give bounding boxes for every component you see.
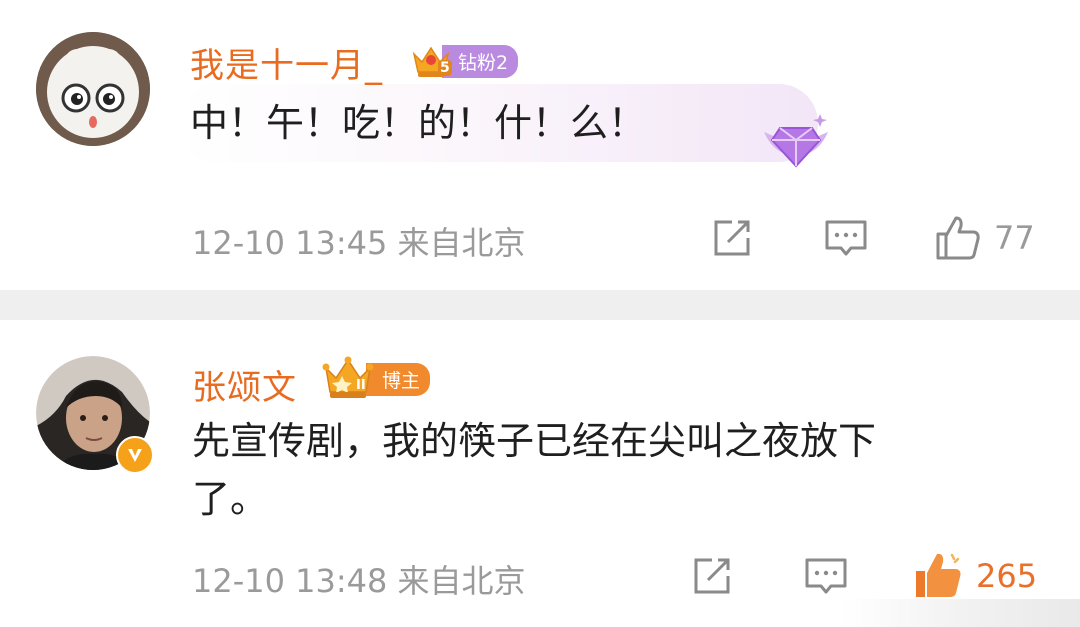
blogger-badge[interactable]: II 博主 xyxy=(322,356,431,402)
comment-text: 中！午！吃！的！什！么！ xyxy=(190,101,647,145)
comment-text: 先宣传剧，我的筷子已经在尖叫之夜放下 了。 xyxy=(192,412,1032,528)
thumbs-up-icon xyxy=(916,553,961,597)
comment-item: 我是十一月_ 5 钻粉2 中！午！吃！的！什！么！ 12-10 13:45 来自… xyxy=(0,0,1080,290)
verified-v-icon xyxy=(116,436,154,474)
crown-icon: 5 xyxy=(410,40,452,82)
username[interactable]: 我是十一月_ xyxy=(190,38,383,87)
comment-icon xyxy=(805,558,847,594)
share-button[interactable] xyxy=(708,214,756,262)
comment-icon xyxy=(825,220,867,256)
location: 来自北京 xyxy=(397,562,526,600)
comment-divider xyxy=(0,290,1080,320)
timestamp: 12-10 13:45 来自北京 xyxy=(192,224,526,262)
avatar[interactable] xyxy=(36,32,150,146)
location: 来自北京 xyxy=(397,224,526,262)
share-button[interactable] xyxy=(688,552,736,600)
badge-label: 钻粉2 xyxy=(442,44,519,78)
badge-level: II xyxy=(356,378,366,393)
comment-text-line: 先宣传剧，我的筷子已经在尖叫之夜放下 xyxy=(192,419,877,463)
comment-button[interactable] xyxy=(802,552,850,600)
like-count: 265 xyxy=(976,557,1038,595)
badge-label: 博主 xyxy=(366,362,431,396)
diamond-wings-icon xyxy=(756,110,836,172)
comment-text-line: 了。 xyxy=(192,477,269,521)
thumbs-up-icon xyxy=(936,216,980,260)
comment-item: 张颂文 II 博主 先宣传剧，我的筷子已经在尖叫之夜放下 了。 12-10 13… xyxy=(0,320,1080,627)
watermark-bar xyxy=(840,599,1080,627)
timestamp: 12-10 13:48 来自北京 xyxy=(192,562,526,600)
username[interactable]: 张颂文 xyxy=(192,360,297,409)
badge-level: 5 xyxy=(438,60,452,76)
crown-icon: II xyxy=(322,356,374,402)
like-button[interactable]: 77 xyxy=(934,212,1035,264)
share-icon xyxy=(714,220,750,256)
like-button[interactable]: 265 xyxy=(912,550,1037,602)
comment-button[interactable] xyxy=(822,214,870,262)
like-count: 77 xyxy=(994,219,1035,257)
share-icon xyxy=(694,558,730,594)
fan-badge[interactable]: 5 钻粉2 xyxy=(410,40,519,82)
